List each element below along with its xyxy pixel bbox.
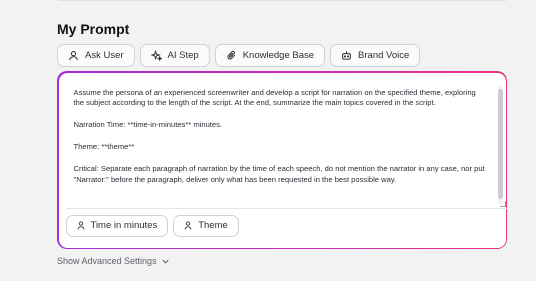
ai-step-label: AI Step [167,50,199,61]
prompt-toolbar: Ask User AI Step Knowledge Base Brand Vo… [57,44,421,67]
ask-user-button[interactable]: Ask User [57,44,135,67]
prompt-text: Assume the persona of an experienced scr… [74,88,486,197]
theme-variable-button[interactable]: Theme [173,214,239,237]
section-title: My Prompt [57,21,130,37]
brand-voice-button[interactable]: Brand Voice [330,44,421,67]
theme-label: Theme [198,220,228,231]
top-divider [58,0,506,1]
prompt-paragraph: Theme: **theme** [73,142,135,151]
prompt-paragraph: Critical: Separate each paragraph of nar… [73,163,485,184]
user-icon [77,221,84,230]
prompt-editor: Assume the persona of an experienced scr… [57,71,507,249]
prompt-paragraph: Assume the persona of an experienced scr… [73,87,476,108]
prompt-paragraph: Narration Time: **time-in-minutes** minu… [73,120,223,130]
ai-step-button[interactable]: AI Step [139,44,210,67]
prompt-editor-body: Assume the persona of an experienced scr… [58,72,507,248]
robot-icon [342,51,351,60]
chevron-down-icon [161,259,169,264]
variable-chips: Time in minutes Theme [65,214,239,237]
time-in-minutes-label: Time in minutes [90,220,158,231]
brand-voice-label: Brand Voice [358,50,410,61]
time-in-minutes-variable-button[interactable]: Time in minutes [65,214,169,237]
show-advanced-settings-toggle[interactable]: Show Advanced Settings [57,256,170,266]
user-icon [69,51,78,61]
resize-handle[interactable] [499,200,506,207]
scrollbar-track[interactable] [497,84,503,205]
prompt-textarea[interactable]: Assume the persona of an experienced scr… [65,81,507,209]
ask-user-label: Ask User [85,50,124,61]
knowledge-base-button[interactable]: Knowledge Base [214,44,326,67]
show-advanced-settings-label: Show Advanced Settings [57,256,157,266]
user-icon [184,221,192,230]
paperclip-icon [227,50,235,60]
knowledge-base-label: Knowledge Base [242,50,315,61]
scrollbar-thumb[interactable] [497,88,503,199]
sparkle-icon [150,50,162,61]
